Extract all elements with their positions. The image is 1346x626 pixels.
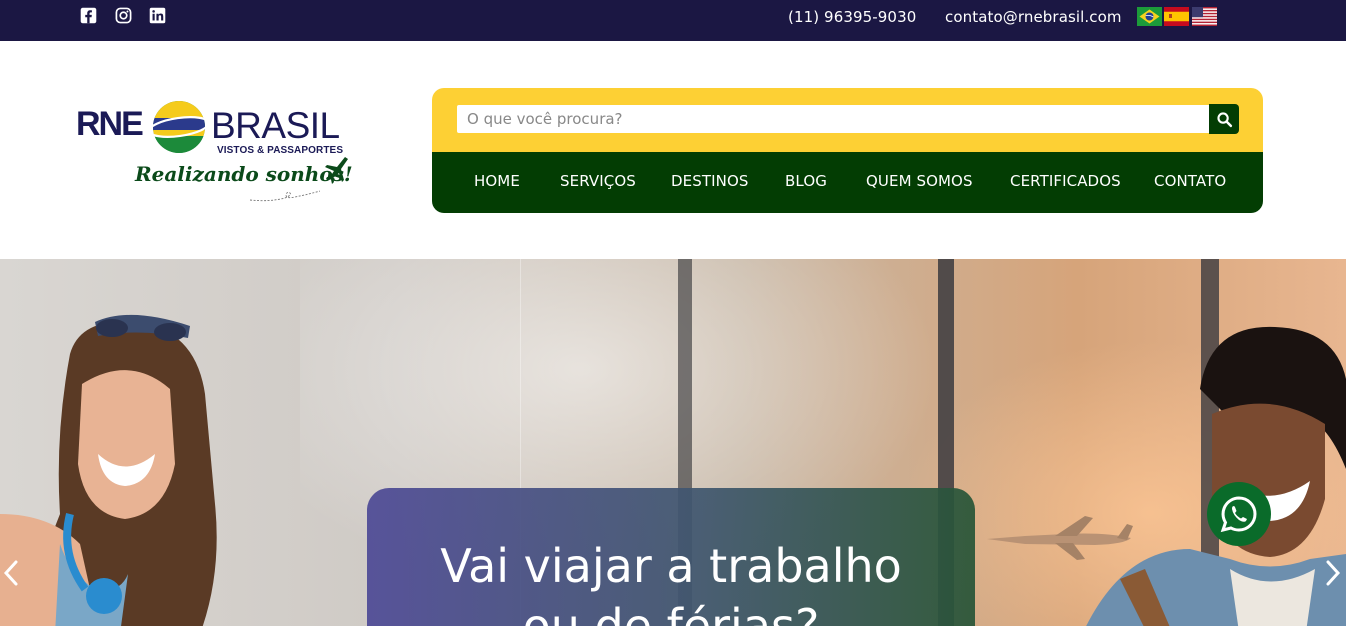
phone-number[interactable]: (11) 96395-9030: [788, 8, 916, 26]
nav-item-blog[interactable]: BLOG: [785, 172, 827, 190]
nav-item-home[interactable]: HOME: [474, 172, 520, 190]
nav-item-servicos[interactable]: SERVIÇOS: [560, 172, 636, 190]
hero-caption-card: Vai viajar a trabalho ou de férias?: [367, 488, 975, 626]
woman-traveler-image: [0, 314, 217, 626]
hero-title-line-2: ou de férias?: [522, 599, 820, 626]
hero-title: Vai viajar a trabalho ou de férias?: [367, 536, 975, 626]
logo-rne-text: RNE: [76, 105, 144, 143]
top-bar: (11) 96395-9030 contato@rnebrasil.com: [0, 0, 1346, 41]
site-logo[interactable]: RNE BRASIL VISTOS & PASSAPORTES Realizan…: [75, 95, 355, 207]
flag-brazil-icon[interactable]: [1137, 7, 1162, 26]
nav-item-contato[interactable]: CONTATO: [1154, 172, 1226, 190]
hero-title-line-1: Vai viajar a trabalho: [440, 539, 902, 593]
search-bar-area: [432, 88, 1263, 152]
airplane-icon: [325, 157, 348, 184]
linkedin-icon[interactable]: [149, 7, 166, 24]
logo-slogan: Realizando sonhos!: [135, 162, 353, 186]
nav-item-certificados[interactable]: CERTIFICADOS: [1010, 172, 1121, 190]
facebook-icon[interactable]: [80, 7, 97, 24]
search-icon: [1216, 111, 1232, 127]
flag-usa-icon[interactable]: [1192, 7, 1217, 26]
nav-panel: HOME SERVIÇOS DESTINOS BLOG QUEM SOMOS C…: [432, 88, 1263, 213]
hero-slider: Vai viajar a trabalho ou de férias?: [0, 259, 1346, 626]
man-traveler-image: [1086, 326, 1346, 626]
slider-next-arrow-icon[interactable]: [1324, 559, 1342, 587]
search-button[interactable]: [1209, 104, 1239, 134]
nav-item-destinos[interactable]: DESTINOS: [671, 172, 749, 190]
nav-item-quem-somos[interactable]: QUEM SOMOS: [866, 172, 973, 190]
main-nav: HOME SERVIÇOS DESTINOS BLOG QUEM SOMOS C…: [432, 152, 1263, 213]
site-header: RNE BRASIL VISTOS & PASSAPORTES Realizan…: [0, 41, 1346, 259]
slider-prev-arrow-icon[interactable]: [2, 559, 20, 587]
search-input[interactable]: [457, 105, 1209, 133]
logo-brasil-text: BRASIL: [211, 105, 340, 146]
whatsapp-button[interactable]: [1207, 482, 1271, 546]
instagram-icon[interactable]: [115, 7, 132, 24]
flight-path-decoration: [250, 190, 320, 202]
whatsapp-icon: [1220, 496, 1257, 533]
logo-globe-icon: [148, 101, 210, 153]
flag-spain-icon[interactable]: [1164, 7, 1189, 26]
email-link[interactable]: contato@rnebrasil.com: [945, 8, 1122, 26]
